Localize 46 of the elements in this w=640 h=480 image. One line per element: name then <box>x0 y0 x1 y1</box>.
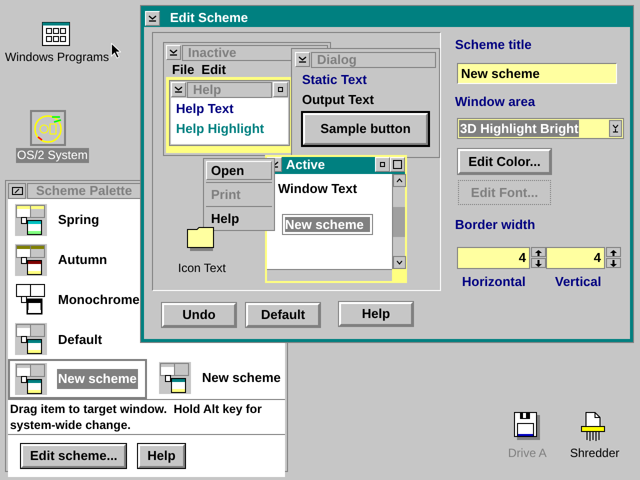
scheme-item[interactable]: New scheme <box>152 358 285 398</box>
spin-label: Vertical <box>555 274 602 290</box>
scheme-name: Autumn <box>57 250 108 269</box>
scheme-item[interactable]: Default <box>8 319 147 360</box>
field-label: Window area <box>455 94 536 110</box>
window-title: Help <box>187 82 272 98</box>
output-text: Output Text <box>301 92 375 108</box>
dialog-button[interactable]: Undo <box>162 303 236 327</box>
scheme-name: New scheme <box>201 369 282 388</box>
scheme-item[interactable]: New scheme <box>8 359 147 399</box>
help-text: Help Text <box>176 102 235 116</box>
icon-label[interactable]: Windows Programs <box>0 50 114 65</box>
palette-button[interactable]: Edit scheme... <box>21 444 126 468</box>
window-area-dropdown[interactable]: 3D Highlight Bright <box>457 118 624 139</box>
icon-label[interactable]: Shredder <box>570 446 620 461</box>
static-text: Static Text <box>301 72 368 88</box>
field-label: Scheme title <box>455 37 533 53</box>
dialog-button[interactable]: Help <box>339 302 413 326</box>
window-title: Dialog <box>311 52 436 68</box>
spin-field[interactable]: 4 <box>546 247 605 269</box>
spin-field[interactable]: 4 <box>457 247 530 269</box>
text-field[interactable]: New scheme <box>282 214 373 235</box>
menu-item[interactable]: Open <box>206 161 272 180</box>
scheme-name: New scheme <box>57 369 138 389</box>
icon-label: Icon Text <box>178 260 226 277</box>
palette-button[interactable]: Help <box>138 444 185 468</box>
window-title: Active <box>285 157 326 174</box>
side-button[interactable]: Edit Color... <box>458 149 551 174</box>
scheme-item[interactable]: Monochrome <box>8 280 147 320</box>
icon-label[interactable]: OS/2 System <box>16 148 89 163</box>
window-title: Edit Scheme <box>169 9 248 28</box>
menu-item[interactable]: Help <box>206 209 272 228</box>
menu-item[interactable]: Edit <box>201 62 226 76</box>
dialog-button[interactable]: Default <box>246 303 320 327</box>
help-highlight: Help Highlight <box>176 122 266 136</box>
scheme-item[interactable]: Autumn <box>8 240 147 280</box>
field-label: Border width <box>455 217 536 233</box>
sample-button[interactable]: Sample button <box>303 113 428 145</box>
scheme-item[interactable]: Spring <box>8 200 147 240</box>
scheme-name: Default <box>57 330 104 349</box>
scheme-name: Spring <box>57 211 100 230</box>
scheme-title-field[interactable]: New scheme <box>457 63 617 84</box>
scheme-name: Monochrome <box>57 290 141 309</box>
spin-label: Horizontal <box>462 274 526 290</box>
status-text: Drag item to target window. Hold Alt key for system-wide change. <box>9 401 263 434</box>
menu-item[interactable]: File <box>172 62 194 76</box>
